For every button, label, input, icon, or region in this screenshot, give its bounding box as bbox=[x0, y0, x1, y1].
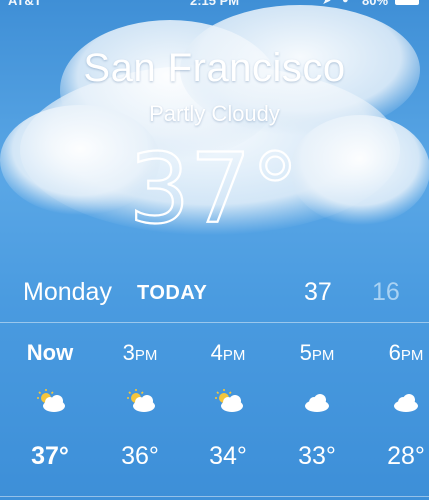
low-temp: 16 bbox=[372, 278, 400, 306]
partly-cloudy-icon bbox=[37, 389, 65, 412]
divider bbox=[0, 322, 429, 323]
partly-cloudy-icon bbox=[215, 389, 243, 412]
today-summary: Monday TODAY 37 16 bbox=[0, 272, 429, 312]
hour-column-now: Now 37° bbox=[5, 330, 95, 496]
battery-percent: 80% bbox=[362, 0, 389, 8]
high-temp: 37 bbox=[304, 278, 332, 306]
alarm-icon: ● bbox=[342, 0, 349, 6]
day-label: Monday bbox=[23, 278, 112, 306]
hour-temp: 28° bbox=[387, 442, 425, 470]
clock: 2:15 PM bbox=[190, 0, 240, 8]
current-condition: Partly Cloudy bbox=[149, 101, 280, 126]
current-temperature: 37° bbox=[128, 138, 300, 238]
city-name: San Francisco bbox=[83, 46, 346, 90]
hour-column-4pm: 4PM 34° bbox=[183, 330, 273, 496]
divider bbox=[0, 496, 429, 497]
hour-temp: 33° bbox=[298, 442, 336, 470]
hourly-forecast[interactable]: Now 37° 3PM 36° 4PM 34° 5PM 33° 6PM 28° bbox=[0, 330, 429, 496]
hour-label: 6PM bbox=[388, 340, 424, 365]
hour-column-3pm: 3PM 36° bbox=[95, 330, 185, 496]
cloud-icon bbox=[394, 394, 418, 412]
hour-temp: 36° bbox=[121, 442, 159, 470]
hour-label: 4PM bbox=[210, 340, 246, 365]
status-bar: AT&T 2:15 PM ➤ ● 80% bbox=[0, 0, 429, 11]
hour-label: 5PM bbox=[299, 340, 335, 365]
battery-icon bbox=[395, 0, 419, 5]
cloud-icon bbox=[305, 394, 329, 412]
location-arrow-icon: ➤ bbox=[322, 0, 332, 7]
hour-label: Now bbox=[26, 340, 74, 365]
hour-column-6pm: 6PM 28° bbox=[361, 330, 429, 496]
hour-column-5pm: 5PM 33° bbox=[272, 330, 362, 496]
today-tag: TODAY bbox=[137, 282, 208, 304]
hour-label: 3PM bbox=[122, 340, 158, 365]
hour-temp: 34° bbox=[209, 442, 247, 470]
carrier-label: AT&T bbox=[8, 0, 42, 8]
svg-text:37°: 37° bbox=[129, 138, 299, 238]
partly-cloudy-icon bbox=[127, 389, 155, 412]
hour-temp: 37° bbox=[31, 442, 69, 470]
